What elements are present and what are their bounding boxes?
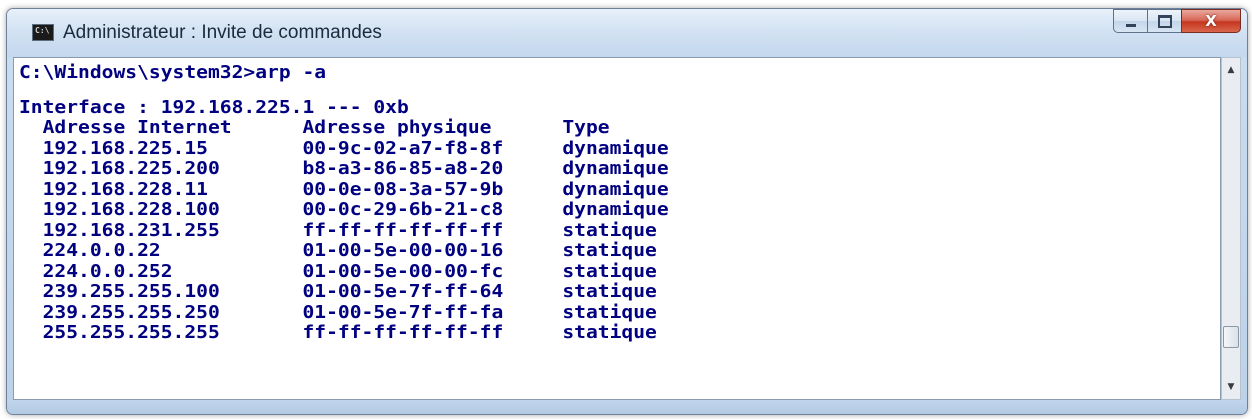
console-line: C:\Windows\system32>arp -a [19, 62, 327, 83]
caption-buttons: X [1113, 9, 1241, 37]
title-bar[interactable]: C:\ Administrateur : Invite de commandes… [7, 9, 1247, 57]
console-line: 192.168.225.200 b8-a3-86-85-a8-20 dynami… [19, 158, 669, 179]
console-line: 255.255.255.255 ff-ff-ff-ff-ff-ff statiq… [19, 322, 657, 343]
cmd-icon[interactable]: C:\ [32, 24, 54, 41]
console-output-area[interactable]: C:\Windows\system32>arp -a Interface : 19… [13, 57, 1221, 400]
console-line: Adresse Internet Adresse physique Type [19, 117, 610, 138]
window-title: Administrateur : Invite de commandes [63, 22, 382, 43]
minimize-button[interactable] [1113, 9, 1147, 33]
close-icon: X [1205, 12, 1217, 30]
cmd-icon-label: C:\ [35, 26, 50, 35]
scroll-down-arrow-icon[interactable]: ▼ [1222, 377, 1240, 397]
console-line: Interface : 192.168.225.1 --- 0xb [19, 96, 409, 118]
command-prompt-window: C:\ Administrateur : Invite de commandes… [6, 8, 1248, 415]
vertical-scrollbar[interactable]: ▲ ▼ [1221, 57, 1241, 400]
scroll-up-arrow-icon[interactable]: ▲ [1222, 60, 1240, 80]
console-line: 239.255.255.250 01-00-5e-7f-ff-fa statiq… [19, 301, 657, 323]
close-button[interactable]: X [1181, 9, 1241, 33]
window-bottom-border [7, 400, 1247, 414]
console-line: 192.168.231.255 ff-ff-ff-ff-ff-ff statiq… [19, 219, 657, 241]
console-line: 192.168.228.11 00-0e-08-3a-57-9b dynamiq… [19, 178, 669, 200]
console-line: 192.168.228.100 00-0c-29-6b-21-c8 dynami… [19, 199, 669, 220]
maximize-icon [1157, 14, 1172, 28]
scrollbar-thumb[interactable] [1223, 326, 1239, 348]
console-line: 224.0.0.22 01-00-5e-00-00-16 statique [19, 240, 657, 261]
console-text: C:\Windows\system32>arp -a Interface : 19… [19, 62, 669, 344]
console-line: 224.0.0.252 01-00-5e-00-00-fc statique [19, 260, 657, 282]
minimize-icon [1125, 23, 1136, 27]
console-line: 192.168.225.15 00-9c-02-a7-f8-8f dynamiq… [19, 137, 669, 159]
console-line: 239.255.255.100 01-00-5e-7f-ff-64 statiq… [19, 281, 657, 302]
maximize-button[interactable] [1147, 9, 1181, 33]
